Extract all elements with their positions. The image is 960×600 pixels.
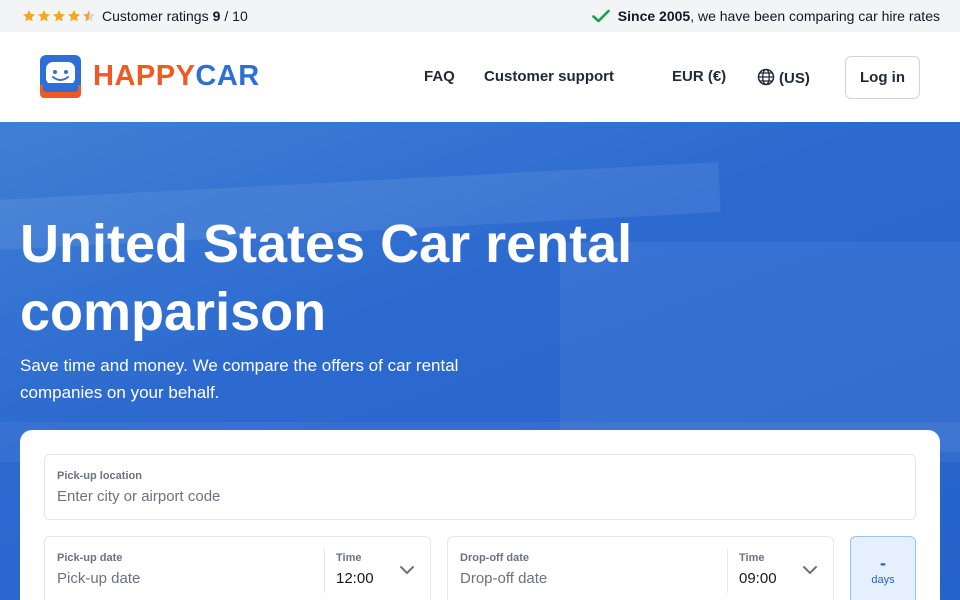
star-icon — [37, 9, 51, 23]
hero-title: United States Car rental comparison — [20, 214, 633, 342]
dropoff-date-field[interactable]: Drop-off date Drop-off date Time 09:00 — [447, 536, 834, 600]
hero-subtitle: Save time and money. We compare the offe… — [20, 356, 459, 402]
logo-text-car: CAR — [195, 60, 260, 92]
dropoff-date-label: Drop-off date — [460, 552, 530, 564]
since-banner: Since 2005, we have been comparing car h… — [591, 8, 940, 24]
pickup-time-value[interactable]: 12:00 — [336, 570, 374, 587]
rental-days-box: - days — [850, 536, 916, 600]
star-icon — [67, 9, 81, 23]
pickup-date-field[interactable]: Pick-up date Pick-up date Time 12:00 — [44, 536, 431, 600]
since-text: , we have been comparing car hire rates — [690, 8, 940, 24]
pickup-location-label: Pick-up location — [57, 470, 142, 482]
rating-label: Customer ratings — [102, 8, 209, 24]
currency-selector[interactable]: EUR (€) — [672, 68, 726, 85]
region-label: (US) — [779, 70, 810, 87]
field-divider — [324, 549, 325, 593]
star-half-icon — [82, 9, 96, 23]
nav-faq[interactable]: FAQ — [424, 68, 455, 85]
rating-stars — [22, 9, 96, 23]
since-bold: Since 2005 — [617, 8, 691, 24]
pickup-date-label: Pick-up date — [57, 552, 123, 564]
customer-rating: Customer ratings 9 / 10 — [22, 8, 248, 24]
top-strip: Customer ratings 9 / 10 Since 2005, we h… — [0, 0, 960, 32]
pickup-date-input[interactable]: Pick-up date — [57, 570, 140, 587]
logo-car-icon — [40, 55, 81, 98]
logo-text-happy: HAPPY — [93, 60, 196, 92]
dropoff-date-input[interactable]: Drop-off date — [460, 570, 547, 587]
dropoff-time-value[interactable]: 09:00 — [739, 570, 777, 587]
rental-days-label: days — [871, 574, 895, 586]
check-icon — [591, 9, 610, 23]
site-header: HAPPYCAR FAQ Customer support EUR (€) (U… — [0, 32, 960, 122]
region-selector[interactable]: (US) — [757, 68, 810, 87]
logo[interactable]: HAPPYCAR — [40, 55, 260, 98]
pickup-location-input[interactable]: Enter city or airport code — [57, 488, 220, 505]
field-divider — [727, 549, 728, 593]
rating-max: / 10 — [224, 8, 248, 24]
pickup-time-label: Time — [336, 552, 362, 564]
chevron-down-icon[interactable] — [802, 565, 818, 575]
globe-icon — [757, 68, 775, 86]
chevron-down-icon[interactable] — [399, 565, 415, 575]
star-icon — [52, 9, 66, 23]
rental-days-value: - — [880, 553, 886, 573]
login-button[interactable]: Log in — [845, 56, 920, 99]
dropoff-time-label: Time — [739, 552, 765, 564]
star-icon — [22, 9, 36, 23]
nav-customer-support[interactable]: Customer support — [484, 68, 614, 85]
pickup-location-field[interactable]: Pick-up location Enter city or airport c… — [44, 454, 916, 520]
rating-value: 9 — [212, 8, 221, 24]
